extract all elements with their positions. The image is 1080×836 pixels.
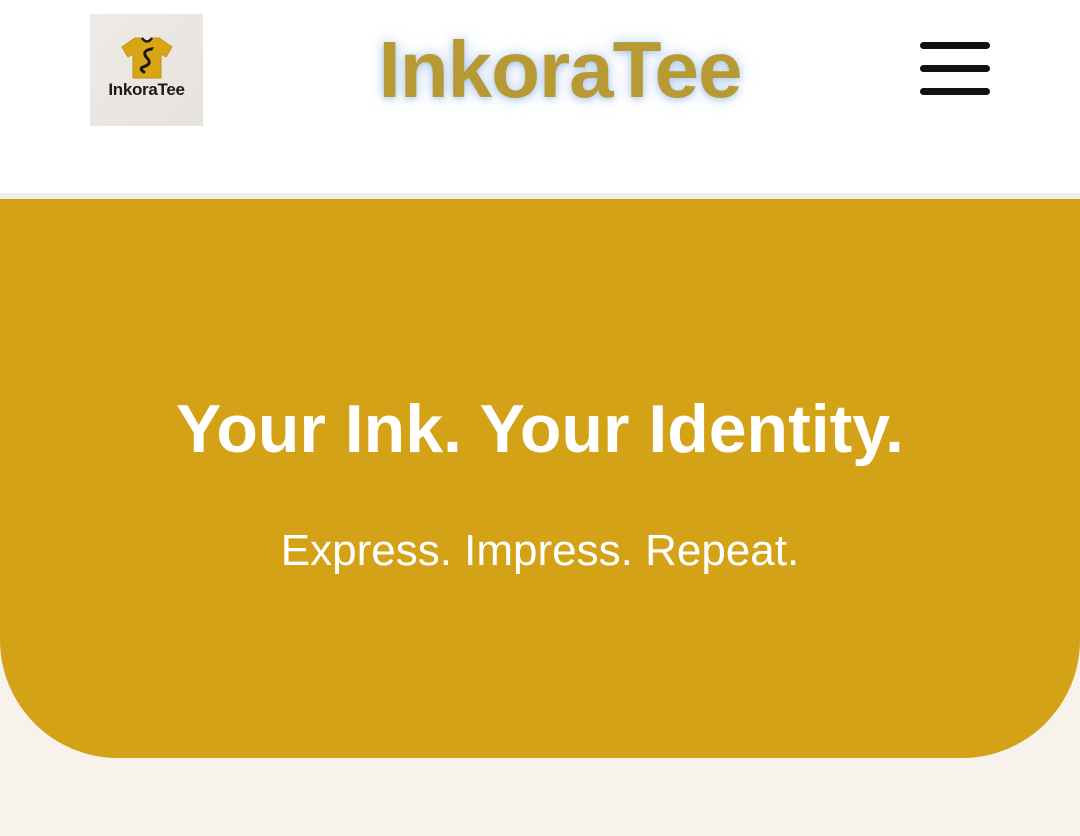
logo[interactable]: InkoraTee (90, 14, 203, 126)
tshirt-logo-icon (121, 37, 173, 79)
menu-button[interactable] (914, 36, 996, 102)
hero-title: Your Ink. Your Identity. (176, 391, 904, 467)
page: InkoraTee InkoraTee Your Ink. Your Ident… (0, 0, 1080, 836)
brand-title[interactable]: InkoraTee (300, 20, 820, 120)
site-header: InkoraTee InkoraTee (0, 0, 1080, 193)
logo-text: InkoraTee (108, 80, 185, 99)
hero-subtitle: Express. Impress. Repeat. (280, 526, 800, 575)
menu-bar-top (920, 42, 990, 49)
menu-bar-bottom (920, 88, 990, 95)
menu-bar-middle (920, 65, 990, 72)
hero-banner: Your Ink. Your Identity. Express. Impres… (0, 199, 1080, 758)
